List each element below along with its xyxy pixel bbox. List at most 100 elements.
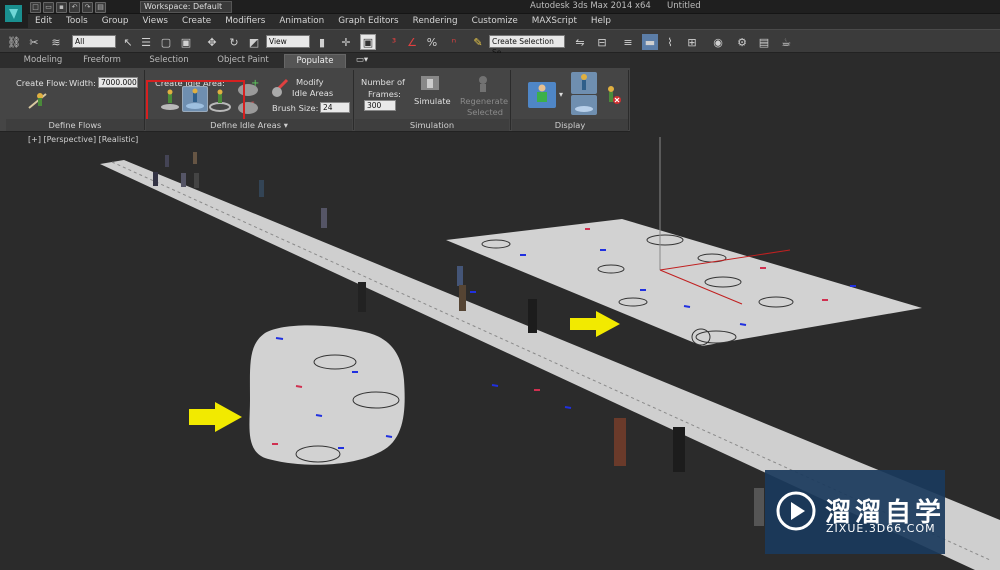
ribbon-separator [353,70,354,130]
tab-populate[interactable]: Populate [284,54,346,68]
reference-coordinate-dropdown[interactable]: View [266,35,310,48]
regenerate-selected-button[interactable] [471,72,495,96]
define-idle-areas-label: Define Idle Areas [210,120,282,130]
figure-display-icon [537,84,547,102]
brush-size-input[interactable]: 24 [320,102,350,113]
redo-icon[interactable]: ↷ [82,1,93,13]
percent-snap-icon[interactable]: % [424,34,440,50]
open-file-icon[interactable]: ▭ [43,1,54,13]
rotate-icon[interactable]: ↻ [226,34,242,50]
undo-icon[interactable]: ↶ [69,1,80,13]
frames-input[interactable]: 300 [364,100,396,111]
window-title: Autodesk 3ds Max 2014 x64 Untitled [530,1,701,11]
align-icon[interactable]: ⊟ [594,34,610,50]
layer-manager-icon[interactable]: ≡ [620,34,636,50]
selected-label: Selected [467,107,503,117]
tab-selection[interactable]: Selection [142,54,196,68]
display-figure-top-button[interactable] [571,72,597,94]
graphite-ribbon-icon[interactable]: ▬ [642,34,658,50]
viewport-label[interactable]: [+] [Perspective] [Realistic] [28,135,138,144]
modify-idle-areas-button[interactable] [269,76,293,100]
watermark-url: ZIXUE.3D66.COM [826,522,936,535]
tab-object-paint[interactable]: Object Paint [208,54,278,68]
regenerate-icon [479,76,487,92]
rendered-frame-window-icon[interactable]: ▤ [756,34,772,50]
simulate-button[interactable] [418,72,442,96]
delete-people-icon [608,86,621,104]
create-flow-button[interactable] [26,88,50,112]
window-crossing-icon[interactable]: ▣ [178,34,194,50]
project-folder-icon[interactable]: ▤ [95,1,106,13]
display-footer[interactable]: Display [512,119,628,131]
idle-areas-label: Idle Areas [292,88,334,98]
new-file-icon[interactable]: □ [30,1,41,13]
width-input[interactable]: 7000.000 [98,77,138,88]
bind-space-warp-icon[interactable]: ≋ [48,34,64,50]
schematic-view-icon[interactable]: ⊞ [684,34,700,50]
rect-selection-icon[interactable]: ▢ [158,34,174,50]
menu-edit[interactable]: Edit [28,14,59,29]
menu-graph-editors[interactable]: Graph Editors [331,14,405,29]
material-editor-icon[interactable]: ◉ [710,34,726,50]
frames-value: 300 [367,101,382,110]
named-selection-set-dropdown[interactable]: Create Selection Se [489,35,565,57]
max-logo-icon [5,5,22,22]
tab-modeling[interactable]: Modeling [14,54,72,68]
viewport-label-text: [+] [Perspective] [Realistic] [28,135,139,144]
ribbon-minimize-icon[interactable]: ▭▾ [350,54,374,68]
edit-named-selection-icon[interactable]: ✎ [470,34,486,50]
menu-maxscript[interactable]: MAXScript [525,14,584,29]
display-dropdown-icon[interactable]: ▾ [559,90,563,99]
ribbon-separator [510,70,511,130]
menu-help[interactable]: Help [584,14,618,29]
menu-tools[interactable]: Tools [59,14,95,29]
watermark-logo-icon [776,491,816,531]
figure-top-icon [581,74,587,90]
define-flows-footer[interactable]: Define Flows [6,119,144,131]
delete-people-button[interactable] [601,84,625,108]
menu-rendering[interactable]: Rendering [406,14,465,29]
brush-size-label: Brush Size: [272,103,319,113]
workspace-dropdown[interactable]: Workspace: Default [140,1,232,13]
move-icon[interactable]: ✥ [204,34,220,50]
mirror-icon[interactable]: ⇋ [572,34,588,50]
select-by-name-icon[interactable]: ☰ [138,34,154,50]
simulation-footer[interactable]: Simulation [355,119,509,131]
width-label: Width: [69,78,96,88]
selection-filter-value: All [75,37,85,46]
menu-animation[interactable]: Animation [272,14,331,29]
link-icon[interactable]: ⛓ [6,34,22,50]
menu-create[interactable]: Create [175,14,218,29]
keyboard-shortcut-override-icon[interactable]: ▣ [360,34,376,50]
display-figure-bottom-button[interactable] [571,95,597,115]
app-logo[interactable] [0,0,28,28]
curve-editor-icon[interactable]: ⌇ [662,34,678,50]
ribbon-separator [144,70,145,130]
spinner-snap-icon[interactable]: ⁿ [446,34,462,50]
simulation-label: Simulation [409,120,455,130]
simulate-icon [421,76,439,90]
snaps-toggle-icon[interactable]: ³ [386,34,402,50]
modify-idle-icon [271,78,289,97]
scale-icon[interactable]: ◩ [246,34,262,50]
menu-customize[interactable]: Customize [465,14,525,29]
menu-group[interactable]: Group [95,14,136,29]
tab-freeform[interactable]: Freeform [76,54,128,68]
render-production-icon[interactable]: ☕ [778,34,794,50]
angle-snap-icon[interactable]: ∠ [404,34,420,50]
simulate-label: Simulate [414,96,451,106]
define-idle-areas-footer[interactable]: Define Idle Areas ▾ [146,119,352,131]
pivot-center-icon[interactable]: ▮ [314,34,330,50]
select-object-icon[interactable]: ↖ [120,34,136,50]
ribbon-tab-bar: Modeling Freeform Selection Object Paint… [0,53,630,68]
menu-views[interactable]: Views [136,14,175,29]
unlink-icon[interactable]: ✂ [26,34,42,50]
render-setup-icon[interactable]: ⚙ [734,34,750,50]
menu-modifiers[interactable]: Modifiers [218,14,272,29]
create-flow-icon [28,93,47,109]
save-icon[interactable]: ▪ [56,1,67,13]
display-mode-button[interactable] [528,82,556,108]
ground-ring-icon [575,106,593,112]
select-manipulate-icon[interactable]: ✛ [338,34,354,50]
selection-filter-dropdown[interactable]: All [72,35,116,48]
